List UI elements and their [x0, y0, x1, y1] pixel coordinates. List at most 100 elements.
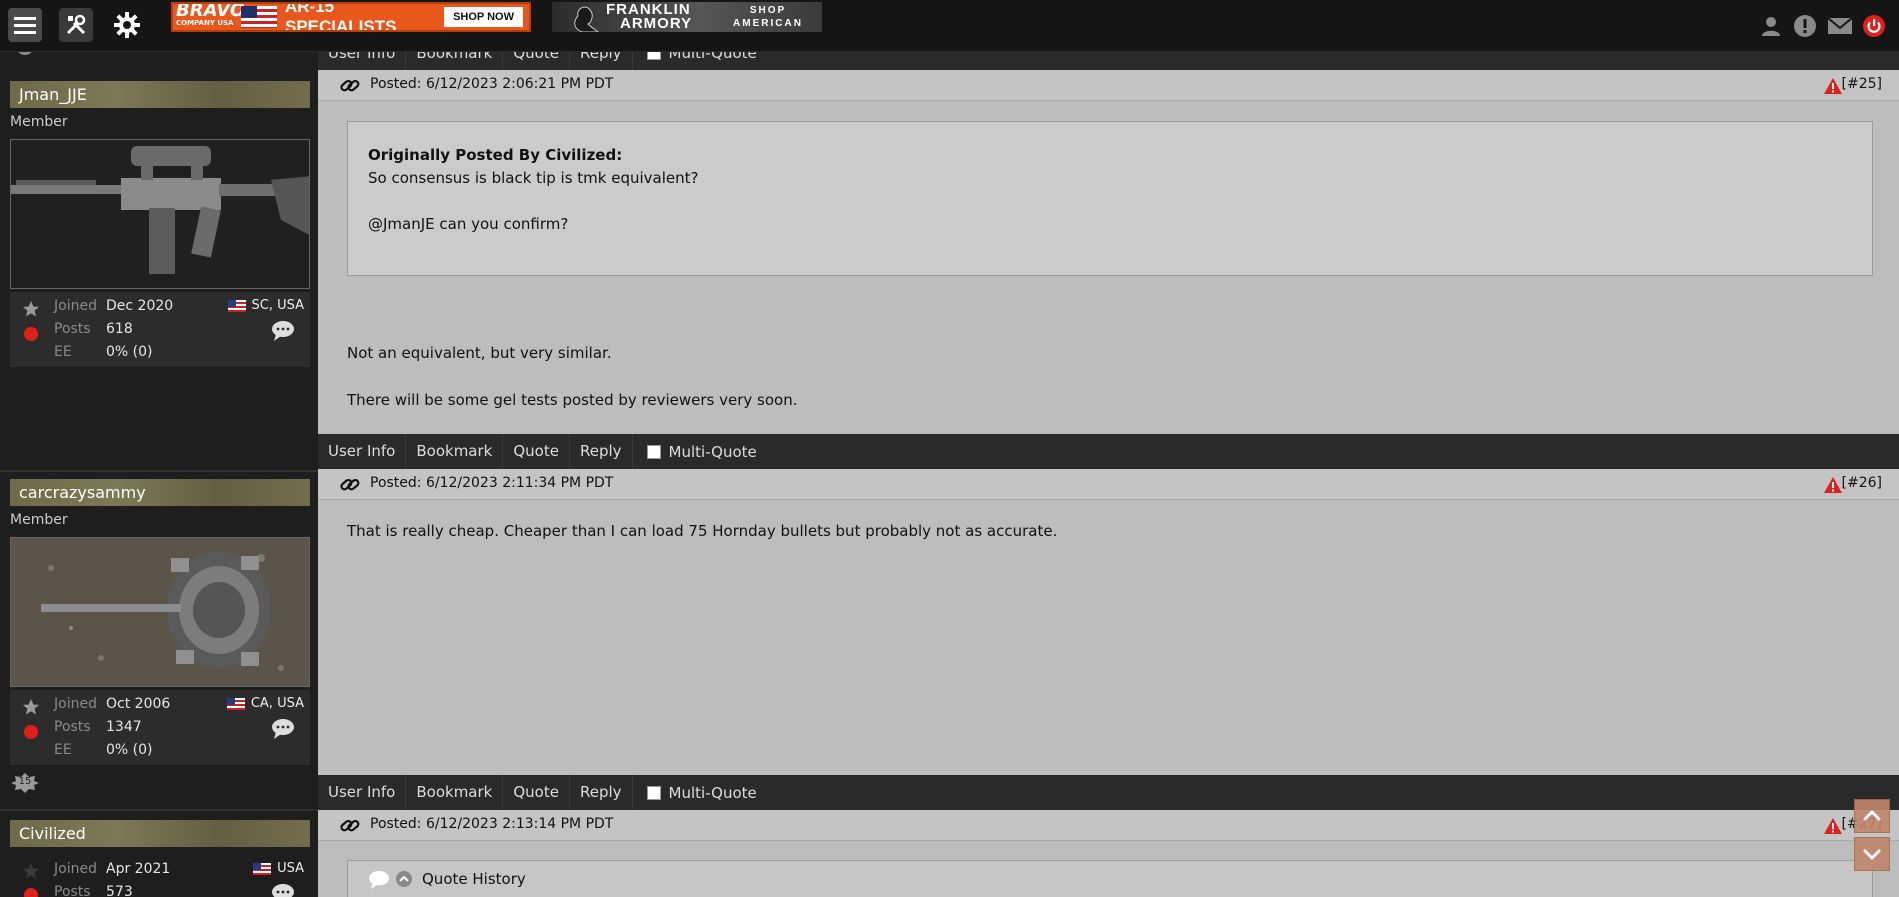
send-message-icon[interactable] — [271, 718, 295, 740]
post-header: Posted: 6/12/2023 2:13:14 PM PDT [#27] — [318, 810, 1899, 841]
user-avatar-tank[interactable] — [10, 537, 310, 687]
quote-history-label: Quote History — [422, 870, 526, 888]
offline-status-dot — [24, 888, 38, 897]
joined-label: Joined — [54, 696, 97, 712]
us-flag-icon — [253, 862, 272, 875]
ee-label: EE — [54, 344, 72, 360]
gear-icon — [114, 12, 140, 38]
shop-now-button[interactable]: SHOP NOW — [444, 7, 523, 27]
send-message-icon[interactable] — [271, 883, 295, 897]
send-message-icon[interactable] — [271, 320, 295, 342]
quoted-post-box: Originally Posted By Civilized: So conse… — [347, 121, 1873, 276]
bookmark-button[interactable]: Bookmark — [406, 434, 504, 469]
user-stats-panel: Joined Posts Apr 2021 573 USA — [10, 855, 310, 897]
mail-icon[interactable] — [1827, 14, 1853, 38]
reply-button[interactable]: Reply — [570, 775, 633, 810]
joined-value: Dec 2020 — [106, 298, 174, 314]
post-header: Posted: 6/12/2023 2:06:21 PM PDT [#25] — [318, 70, 1899, 101]
user-location: USA — [253, 861, 304, 876]
star-icon — [22, 300, 40, 317]
quote-line: @JmanJE can you confirm? — [368, 215, 569, 233]
posts-value: 618 — [106, 321, 133, 337]
user-location: SC, USA — [227, 298, 304, 313]
post-body-line: There will be some gel tests posted by r… — [347, 391, 798, 409]
user-avatar-rifle[interactable] — [10, 139, 310, 289]
star-icon — [22, 698, 40, 715]
offline-status-dot — [24, 327, 38, 341]
quote-history-box[interactable]: Quote History — [347, 860, 1873, 897]
permalink-icon[interactable] — [340, 817, 360, 835]
user-role: Member — [10, 512, 68, 528]
user-stats-panel: Joined Posts EE Dec 2020 618 0% (0) SC, … — [10, 292, 310, 367]
settings-button[interactable] — [110, 8, 144, 42]
tools-icon — [66, 14, 86, 35]
report-warning-icon[interactable] — [1823, 817, 1843, 835]
post-body-line: That is really cheap. Cheaper than I can… — [347, 522, 1058, 540]
years-member-badge: 15 — [10, 772, 40, 794]
post-header: Posted: 6/12/2023 2:11:34 PM PDT [#26] — [318, 469, 1899, 500]
quote-button[interactable]: Quote — [503, 434, 570, 469]
ad-tagline: AR-15 SPECIALISTS — [285, 2, 397, 32]
post-number[interactable]: [#25] — [1842, 76, 1882, 92]
alerts-icon[interactable] — [1793, 14, 1817, 38]
scroll-bottom-button[interactable] — [1854, 837, 1890, 871]
ee-value: 0% (0) — [106, 344, 153, 360]
bravo-company-ad-banner[interactable]: BRAVO COMPANY USA AR-15 SPECIALISTS SHOP … — [171, 2, 531, 32]
post-date: Posted: 6/12/2023 2:11:34 PM PDT — [370, 475, 614, 491]
offline-status-dot — [24, 725, 38, 739]
hamburger-menu-button[interactable] — [8, 8, 42, 42]
multi-quote-toggle[interactable]: Multi-Quote — [633, 784, 757, 802]
joined-label: Joined — [54, 298, 97, 314]
ee-label: EE — [54, 742, 72, 758]
permalink-icon[interactable] — [340, 77, 360, 95]
permalink-icon[interactable] — [340, 476, 360, 494]
sidebar-divider — [0, 470, 318, 472]
rifle-avatar-image — [11, 140, 309, 288]
post-action-bar: User Info Bookmark Quote Reply Multi-Quo… — [318, 434, 1899, 469]
username-jman-jje[interactable]: Jman_JJE — [10, 81, 310, 108]
posts-value: 1347 — [106, 719, 142, 735]
quote-header: Originally Posted By Civilized: — [368, 146, 623, 164]
quote-bubble-icon — [369, 870, 389, 890]
username-civilized[interactable]: Civilized — [10, 820, 310, 847]
report-warning-icon[interactable] — [1823, 77, 1843, 95]
username-carcrazysammy[interactable]: carcrazysammy — [10, 479, 310, 506]
chevron-up-icon — [1862, 810, 1882, 822]
sidebar-divider — [0, 809, 318, 811]
multi-quote-checkbox[interactable] — [646, 785, 661, 800]
top-navigation-bar: BRAVO COMPANY USA AR-15 SPECIALISTS SHOP … — [0, 0, 1899, 52]
chevron-down-icon — [1862, 848, 1882, 860]
reply-button[interactable]: Reply — [570, 434, 633, 469]
report-warning-icon[interactable] — [1823, 476, 1843, 494]
shop-american-cta[interactable]: SHOP AMERICAN — [714, 4, 822, 30]
bookmark-button[interactable]: Bookmark — [406, 775, 504, 810]
tools-button[interactable] — [59, 8, 93, 42]
post-number[interactable]: [#26] — [1842, 475, 1882, 491]
us-flag-icon — [226, 697, 245, 710]
quote-button[interactable]: Quote — [503, 775, 570, 810]
user-info-sidebar: Jman_JJE Member Joined Posts EE Dec 2020… — [0, 42, 318, 897]
user-info-button[interactable]: User Info — [318, 775, 407, 810]
menu-icon — [14, 17, 36, 34]
scroll-top-button[interactable] — [1854, 799, 1890, 833]
expand-chevron-icon[interactable] — [395, 870, 413, 888]
user-profile-icon[interactable] — [1759, 14, 1783, 38]
user-info-button[interactable]: User Info — [318, 434, 407, 469]
joined-value: Apr 2021 — [106, 861, 171, 877]
post-date: Posted: 6/12/2023 2:06:21 PM PDT — [370, 76, 614, 92]
joined-value: Oct 2006 — [106, 696, 171, 712]
post-action-bar: User Info Bookmark Quote Reply Multi-Quo… — [318, 775, 1899, 810]
user-location: CA, USA — [226, 696, 304, 711]
user-role: Member — [10, 114, 68, 130]
user-stats-panel: Joined Posts EE Oct 2006 1347 0% (0) CA,… — [10, 690, 310, 765]
ee-value: 0% (0) — [106, 742, 153, 758]
posts-value: 573 — [106, 884, 133, 897]
franklin-armory-ad-banner[interactable]: FRANKLIN ARMORY SHOP AMERICAN — [552, 2, 822, 32]
posts-label: Posts — [54, 321, 91, 337]
logout-power-icon[interactable] — [1862, 14, 1886, 38]
multi-quote-toggle[interactable]: Multi-Quote — [633, 443, 757, 461]
tank-avatar-image — [11, 538, 309, 686]
star-icon — [22, 862, 40, 879]
multi-quote-checkbox[interactable] — [646, 444, 661, 459]
post-body-line: Not an equivalent, but very similar. — [347, 344, 612, 362]
